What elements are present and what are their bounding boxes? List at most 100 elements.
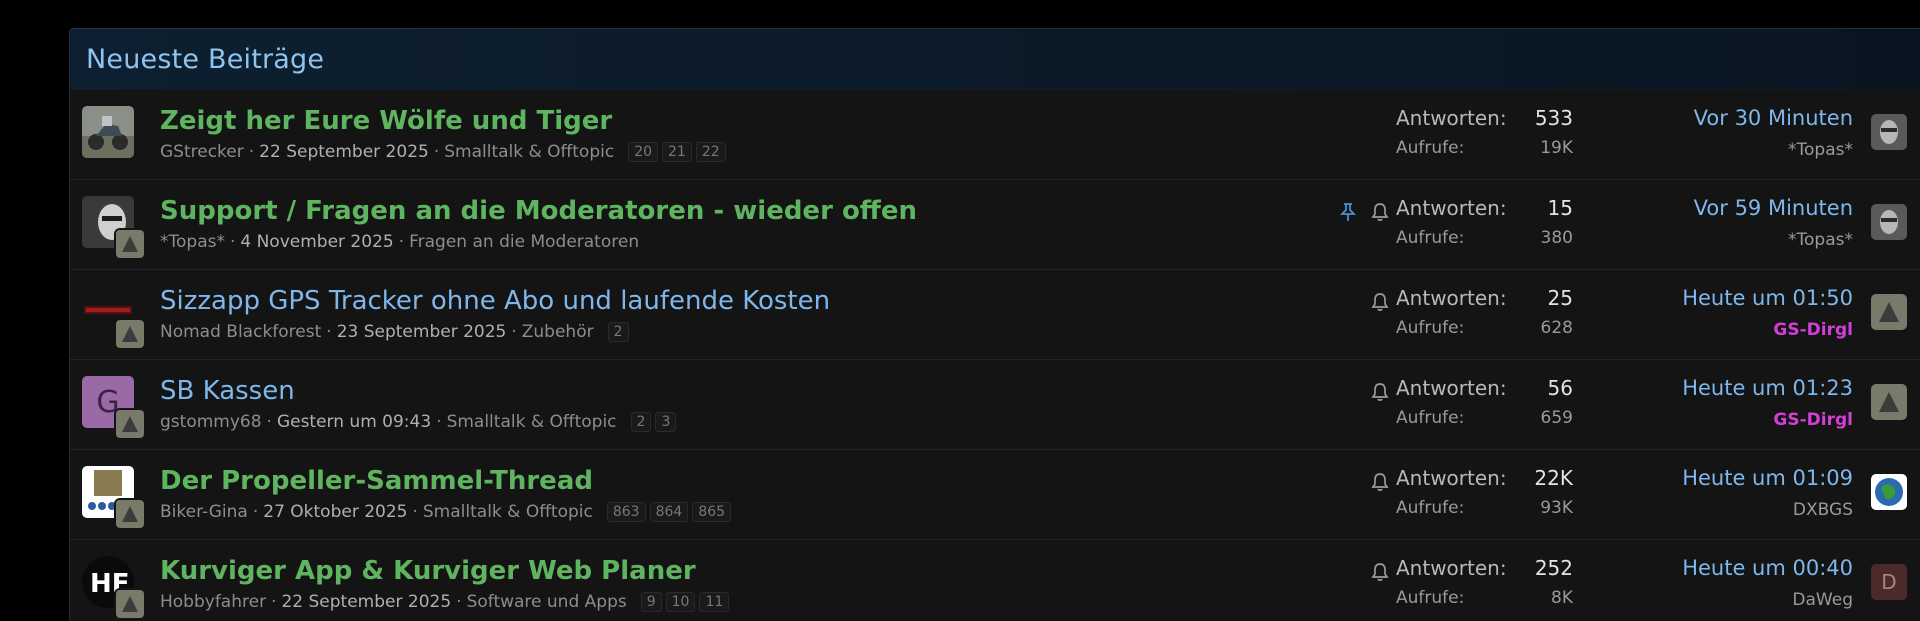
bell-icon [1371,472,1389,492]
replies-label: Antworten: [1396,286,1507,310]
thread-row: Zeigt her Eure Wölfe und Tiger GStrecker… [70,90,1920,180]
page-link[interactable]: 9 [640,592,662,612]
page-jump: 9 10 11 [640,592,730,612]
last-post-time[interactable]: Vor 59 Minuten [1694,196,1853,220]
thread-meta: GStrecker · 22 September 2025 · Smalltalk … [160,142,726,162]
thread-date[interactable]: 4 November 2025 [240,232,393,252]
thread-date[interactable]: Gestern um 09:43 [277,412,431,432]
bell-icon [1371,382,1389,402]
bell-icon [1371,202,1389,222]
thread-forum[interactable]: Software und Apps [467,592,627,612]
replies-count: 22K [1534,466,1573,490]
page-link[interactable]: 20 [628,142,659,162]
last-post-time[interactable]: Vor 30 Minuten [1694,106,1853,130]
views-label: Aufrufe: [1396,318,1465,338]
thread-status-icons [1371,472,1389,492]
thread-row: G SB Kassen gstommy68 · Gestern um 09:43 ·… [70,360,1920,450]
last-post-user[interactable]: DXBGS [1793,500,1853,520]
replies-count: 25 [1547,286,1573,310]
thread-meta: *Topas* · 4 November 2025 · Fragen an die … [160,232,640,252]
last-post-time[interactable]: Heute um 01:50 [1682,286,1853,310]
block-title[interactable]: Neueste Beiträge [86,44,324,75]
thread-author[interactable]: Nomad Blackforest [160,322,321,342]
views-count: 19K [1540,138,1573,158]
author-avatar[interactable] [82,106,134,158]
thread-meta: Hobbyfahrer · 22 September 2025 · Software… [160,592,730,612]
page-jump: 2 3 [630,412,677,432]
page-link[interactable]: 2 [607,322,629,342]
page-link[interactable]: 22 [695,142,726,162]
views-count: 380 [1540,228,1573,248]
thread-meta: Nomad Blackforest · 23 September 2025 · Zu… [160,322,629,342]
block-header: Neueste Beiträge [70,29,1920,90]
last-poster-mini-avatar[interactable] [114,498,146,530]
page-link[interactable]: 864 [649,502,689,522]
thread-forum[interactable]: Smalltalk & Offtopic [444,142,614,162]
page-jump: 20 21 22 [628,142,726,162]
page-link[interactable]: 21 [662,142,692,162]
last-post-user[interactable]: GS-Dirgl [1773,320,1853,340]
last-post-time[interactable]: Heute um 01:09 [1682,466,1853,490]
page-link[interactable]: 3 [655,412,677,432]
avatar-letter: D [1881,570,1897,594]
thread-date[interactable]: 22 September 2025 [281,592,451,612]
thread-row: Sizzapp GPS Tracker ohne Abo und laufend… [70,270,1920,360]
last-poster-avatar[interactable]: D [1871,564,1907,600]
thread-date[interactable]: 23 September 2025 [337,322,507,342]
bell-icon [1371,292,1389,312]
thread-meta: gstommy68 · Gestern um 09:43 · Smalltalk &… [160,412,677,432]
page-link[interactable]: 2 [630,412,652,432]
replies-label: Antworten: [1396,196,1507,220]
last-poster-mini-avatar[interactable] [114,588,146,620]
last-poster-avatar[interactable] [1871,204,1907,240]
page-link[interactable]: 10 [665,592,696,612]
thread-author[interactable]: gstommy68 [160,412,262,432]
last-poster-mini-avatar[interactable] [114,228,146,260]
page-jump: 863 864 865 [606,502,732,522]
thread-author[interactable]: GStrecker [160,142,244,162]
replies-count: 533 [1534,106,1573,130]
thread-row: Der Propeller-Sammel-Thread Biker-Gina · … [70,450,1920,540]
last-poster-avatar[interactable] [1871,384,1907,420]
thread-author[interactable]: *Topas* [160,232,225,252]
views-count: 659 [1540,408,1573,428]
thread-author[interactable]: Hobbyfahrer [160,592,266,612]
last-poster-avatar[interactable] [1871,474,1907,510]
views-count: 628 [1540,318,1573,338]
last-post-user[interactable]: *Topas* [1788,140,1853,160]
thread-status-icons [1371,382,1389,402]
last-poster-mini-avatar[interactable] [114,318,146,350]
page-jump: 2 [607,322,629,342]
thread-forum[interactable]: Smalltalk & Offtopic [447,412,617,432]
last-post-time[interactable]: Heute um 01:23 [1682,376,1853,400]
thread-title[interactable]: SB Kassen [160,376,295,406]
thread-author[interactable]: Biker-Gina [160,502,248,522]
last-poster-mini-avatar[interactable] [114,408,146,440]
thread-forum[interactable]: Zubehör [522,322,594,342]
thread-meta: Biker-Gina · 27 Oktober 2025 · Smalltalk &… [160,502,732,522]
pin-icon [1339,202,1357,222]
thread-title[interactable]: Kurviger App & Kurviger Web Planer [160,556,696,586]
views-label: Aufrufe: [1396,408,1465,428]
thread-title[interactable]: Support / Fragen an die Moderatoren - wi… [160,196,917,226]
last-post-user[interactable]: GS-Dirgl [1773,410,1853,430]
last-poster-avatar[interactable] [1871,114,1907,150]
last-post-user[interactable]: DaWeg [1792,590,1853,610]
last-post-user[interactable]: *Topas* [1788,230,1853,250]
page-link[interactable]: 865 [692,502,732,522]
thread-title[interactable]: Zeigt her Eure Wölfe und Tiger [160,106,612,136]
replies-label: Antworten: [1396,106,1507,130]
last-poster-avatar[interactable] [1871,294,1907,330]
page-link[interactable]: 863 [606,502,646,522]
page-link[interactable]: 11 [699,592,730,612]
views-label: Aufrufe: [1396,588,1465,608]
replies-count: 252 [1534,556,1573,580]
thread-title[interactable]: Sizzapp GPS Tracker ohne Abo und laufend… [160,286,830,316]
last-post-time[interactable]: Heute um 00:40 [1682,556,1853,580]
thread-title[interactable]: Der Propeller-Sammel-Thread [160,466,593,496]
views-count: 8K [1551,588,1573,608]
thread-date[interactable]: 27 Oktober 2025 [263,502,407,522]
thread-date[interactable]: 22 September 2025 [259,142,429,162]
thread-forum[interactable]: Smalltalk & Offtopic [423,502,593,522]
thread-forum[interactable]: Fragen an die Moderatoren [409,232,639,252]
